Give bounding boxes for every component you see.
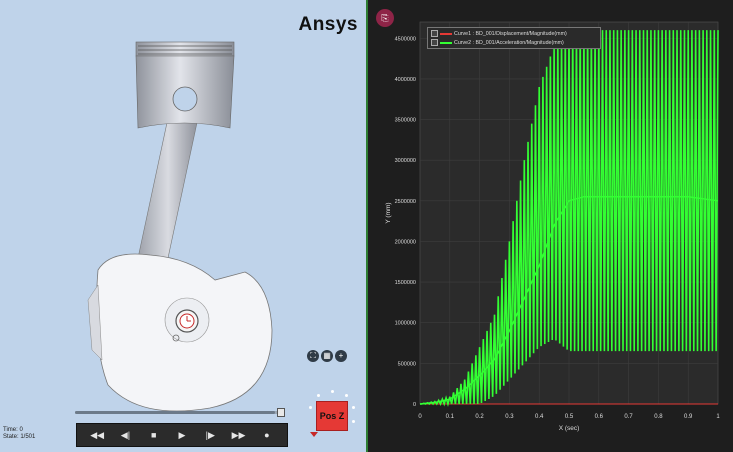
step-back-icon[interactable]: ◀|	[115, 430, 135, 441]
y-axis-label: Y (mm)	[385, 202, 392, 223]
legend-label: Curve2 : BD_001/Acceleration/Magnitude(m…	[454, 39, 564, 46]
x-tick-label: 0.6	[595, 414, 604, 420]
status-time: Time: 0	[3, 427, 23, 433]
status-readout: Time: 0 State: 1/501	[3, 427, 35, 441]
plot-legend: Curve1 : BD_001/Displacement/Magnitude(m…	[427, 27, 601, 49]
x-tick-label: 0.9	[684, 414, 693, 420]
legend-entry: Curve2 : BD_001/Acceleration/Magnitude(m…	[431, 39, 564, 46]
timeline-fill	[75, 411, 275, 414]
y-tick-label: 2000000	[395, 239, 416, 245]
y-tick-label: 0	[413, 402, 416, 408]
rewind-icon[interactable]: ◀◀	[87, 430, 107, 441]
x-tick-label: 0.7	[624, 414, 633, 420]
model-viewport[interactable]: Ansys ⛶ ▦ + Time: 0 State: 1/501 ◀◀ ◀| ■…	[0, 0, 366, 452]
cube-face-label[interactable]: Pos Z	[316, 401, 348, 431]
xy-plot: 0 0.1 0.2 0.3 0.4 0.5 0.6 0.7 0.8 0.9 1 0 500000 1000…	[385, 21, 720, 432]
step-forward-icon[interactable]: |▶	[200, 430, 220, 441]
y-tick-label: 4000000	[395, 77, 416, 83]
legend-label: Curve1 : BD_001/Displacement/Magnitude(m…	[454, 30, 567, 37]
orientation-cube[interactable]: Pos Z	[307, 388, 359, 440]
legend-swatch	[440, 32, 452, 35]
playback-controls: ◀◀ ◀| ■ ▶ |▶ ▶▶ ●	[76, 423, 288, 447]
plot-panel[interactable]: 0 0.1 0.2 0.3 0.4 0.5 0.6 0.7 0.8 0.9 1 0 500000 1000…	[366, 0, 733, 452]
y-tick-label: 2500000	[395, 199, 416, 205]
legend-entry: Curve1 : BD_001/Displacement/Magnitude(m…	[431, 30, 567, 37]
timeline-slider[interactable]	[75, 408, 285, 417]
y-tick-label: 3000000	[395, 158, 416, 164]
legend-swatch	[440, 41, 452, 44]
status-state: State: 1/501	[3, 434, 36, 440]
y-tick-label: 3500000	[395, 118, 416, 124]
legend-checkbox[interactable]	[431, 30, 438, 37]
x-tick-label: 0.5	[565, 414, 574, 420]
x-tick-label: 0.4	[535, 414, 544, 420]
y-tick-label: 1500000	[395, 280, 416, 286]
plus-icon[interactable]: +	[335, 350, 347, 362]
legend-checkbox[interactable]	[431, 39, 438, 46]
x-tick-label: 1	[716, 414, 720, 420]
zoom-box-icon[interactable]: ▦	[321, 350, 333, 362]
y-tick-label: 1000000	[395, 321, 416, 327]
export-icon[interactable]: ⎘	[376, 9, 394, 27]
x-axis-label: X (sec)	[559, 425, 580, 432]
cube-dot	[352, 420, 355, 423]
cube-dot	[345, 394, 348, 397]
cube-dot	[317, 394, 320, 397]
fast-forward-icon[interactable]: ▶▶	[229, 430, 249, 441]
cube-dot	[352, 406, 355, 409]
x-tick-label: 0.8	[654, 414, 663, 420]
y-tick-label: 500000	[398, 361, 416, 367]
cube-dot	[309, 406, 312, 409]
x-tick-label: 0.2	[475, 414, 484, 420]
cube-arrow-icon[interactable]	[310, 432, 318, 437]
x-tick-label: 0.3	[505, 414, 514, 420]
timeline-thumb[interactable]	[277, 408, 285, 417]
fit-icon[interactable]: ⛶	[307, 350, 319, 362]
record-icon[interactable]: ●	[257, 430, 277, 440]
y-tick-label: 4500000	[395, 36, 416, 42]
cube-dot	[331, 390, 334, 393]
crank-piston-model	[87, 41, 273, 412]
stop-icon[interactable]: ■	[144, 430, 164, 440]
x-tick-label: 0.1	[446, 414, 455, 420]
ansys-logo: Ansys	[298, 14, 358, 35]
viewport-toolbar: ⛶ ▦ +	[307, 350, 347, 362]
x-tick-label: 0	[418, 414, 422, 420]
play-icon[interactable]: ▶	[172, 430, 192, 441]
